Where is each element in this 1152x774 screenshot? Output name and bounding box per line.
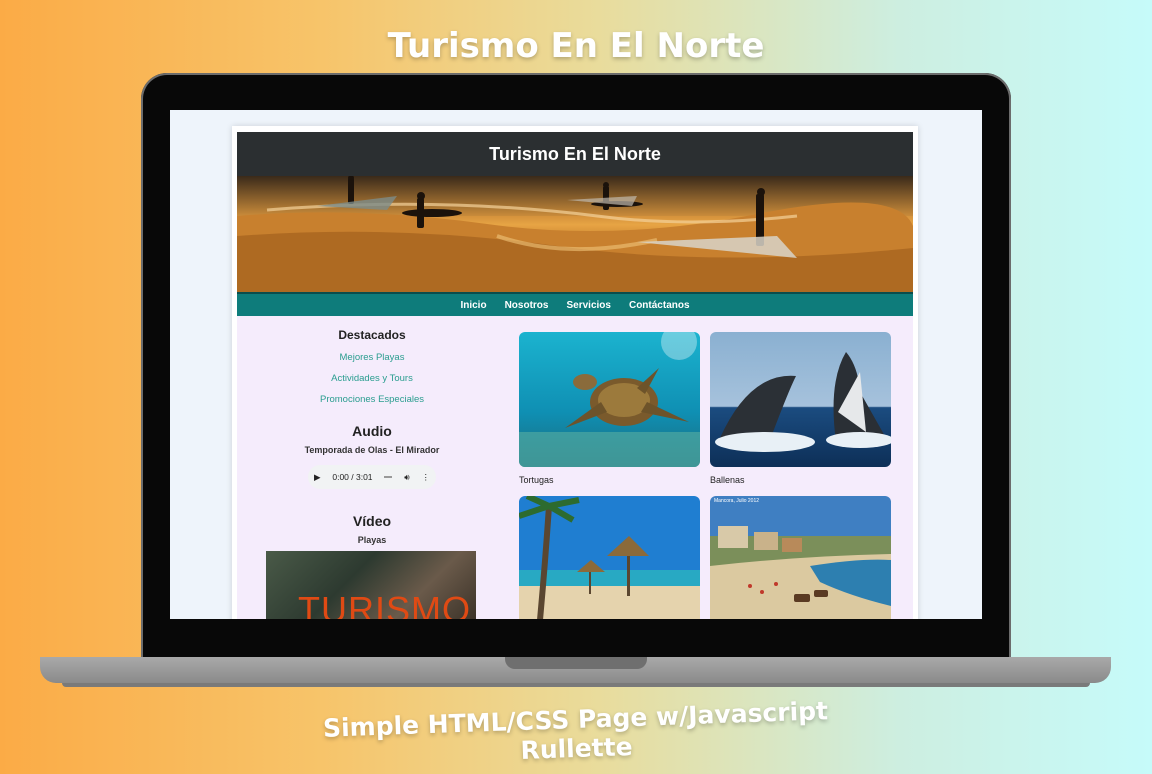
play-icon[interactable]: ▶ [314, 472, 321, 483]
progress-bar[interactable] [384, 476, 393, 478]
promo-title: Turismo En El Norte [387, 26, 765, 66]
web-page: Turismo En El Norte Inicio Nosotros Serv… [232, 126, 918, 619]
beach-umbrella-image [519, 496, 700, 619]
sidebar-link-actividades[interactable]: Actividades y Tours [237, 373, 507, 384]
nav-contactanos[interactable]: Contáctanos [629, 300, 690, 311]
gallery-caption: Ballenas [710, 475, 745, 485]
gallery-caption: Tortugas [519, 475, 554, 485]
gallery-card-tortugas[interactable]: Tortugas [519, 332, 700, 485]
main-content: Destacados Mejores Playas Actividades y … [237, 316, 913, 619]
sidebar-link-promociones[interactable]: Promociones Especiales [237, 394, 507, 405]
audio-track-title: Temporada de Olas - El Mirador [304, 445, 440, 455]
video-overlay-text: TURISMO [298, 589, 471, 619]
video-player[interactable]: TURISMO [266, 551, 476, 619]
image-watermark: Mancora, Julio 2012 [714, 498, 760, 504]
laptop-notch [505, 657, 647, 669]
video-title: Playas [357, 535, 387, 545]
laptop-screen: Turismo En El Norte Inicio Nosotros Serv… [170, 110, 982, 619]
turtle-image [519, 332, 700, 467]
site-header: Turismo En El Norte [237, 132, 913, 176]
horses-beach-image: Mancora, Julio 2012 [710, 496, 891, 619]
audio-player[interactable]: ▶ 0:00 / 3:01 🔊︎ ⋮ [308, 465, 436, 489]
audio-heading: Audio [352, 423, 392, 439]
promo-subtitle: Simple HTML/CSS Page w/Javascript Rullet… [322, 696, 829, 765]
sidebar-link-mejores-playas[interactable]: Mejores Playas [237, 352, 507, 363]
sidebar: Destacados Mejores Playas Actividades y … [237, 316, 507, 619]
video-heading: Vídeo [352, 513, 392, 529]
gallery-card-ballenas[interactable]: Ballenas [710, 332, 891, 485]
sidebar-heading: Destacados [338, 328, 406, 342]
more-options-icon[interactable]: ⋮ [422, 472, 431, 483]
whale-image [710, 332, 891, 467]
volume-icon[interactable]: 🔊︎ [404, 472, 409, 483]
nav-nosotros[interactable]: Nosotros [505, 300, 549, 311]
main-navbar: Inicio Nosotros Servicios Contáctanos [237, 292, 913, 316]
audio-time: 0:00 / 3:01 [332, 472, 373, 482]
gallery-card-beach-palms[interactable] [519, 496, 700, 619]
nav-servicios[interactable]: Servicios [566, 300, 610, 311]
laptop-foot [62, 683, 1090, 687]
beach-banner-image [237, 176, 913, 292]
gallery-card-mancora[interactable]: Mancora, Julio 2012 [710, 496, 891, 619]
nav-inicio[interactable]: Inicio [460, 300, 486, 311]
